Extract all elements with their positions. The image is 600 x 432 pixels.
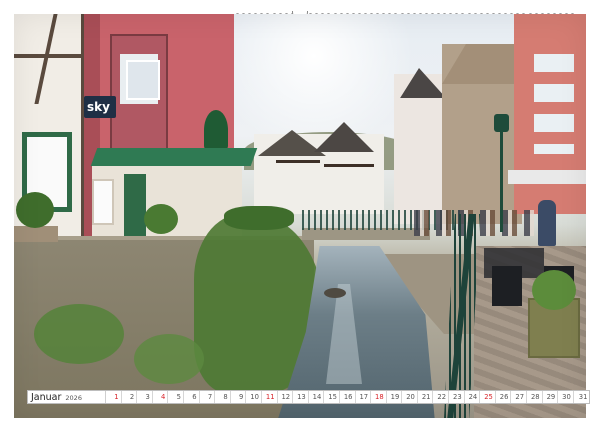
day-cell: 18 <box>371 391 387 403</box>
month-name: Januar <box>31 391 62 403</box>
day-cell: 25 <box>480 391 496 403</box>
year: 2026 <box>65 394 82 402</box>
photo-vignette <box>14 14 586 418</box>
calendar-page: sky Januar 2026 1 2 3 4 5 6 7 8 9 10 11 … <box>0 0 600 432</box>
day-cell: 26 <box>496 391 512 403</box>
day-cell: 13 <box>293 391 309 403</box>
day-cell: 14 <box>309 391 325 403</box>
day-cell: 4 <box>153 391 169 403</box>
day-cell: 6 <box>184 391 200 403</box>
day-cell: 8 <box>215 391 231 403</box>
day-cell: 21 <box>418 391 434 403</box>
day-cell: 12 <box>278 391 294 403</box>
day-cell: 31 <box>578 393 588 401</box>
day-cell: 29 <box>543 391 559 403</box>
day-cell: 24 <box>465 391 481 403</box>
day-cell: 9 <box>231 391 247 403</box>
town-river-photo: sky <box>14 14 586 418</box>
day-cell: 22 <box>433 391 450 403</box>
day-cell: 5 <box>168 391 184 403</box>
day-cell: 17 <box>356 391 372 403</box>
month-label: Januar 2026 <box>28 391 106 403</box>
day-cell: 20 <box>402 391 418 403</box>
day-cell: 1 <box>106 391 122 403</box>
day-cell: 16 <box>340 391 356 403</box>
day-cell: 3 <box>137 391 153 403</box>
day-cell: 19 <box>387 391 403 403</box>
day-cell: 2 <box>122 391 138 403</box>
day-cell: 15 <box>324 391 340 403</box>
calendar-strip: Januar 2026 1 2 3 4 5 6 7 8 9 10 11 12 13 14 15 16 17 18 1… <box>27 390 591 404</box>
day-cell: 27 <box>511 391 528 403</box>
day-cell: 23 <box>449 391 465 403</box>
day-cell: 30 <box>558 391 574 403</box>
day-row: 1 2 3 4 5 6 7 8 9 10 11 12 13 14 15 16 17 18 19 20 21 22 23 24 2… <box>106 391 589 403</box>
day-cell: 7 <box>200 391 216 403</box>
day-cell: 10 <box>246 391 262 403</box>
day-cell: 28 <box>527 391 543 403</box>
day-cell: 11 <box>262 391 278 403</box>
